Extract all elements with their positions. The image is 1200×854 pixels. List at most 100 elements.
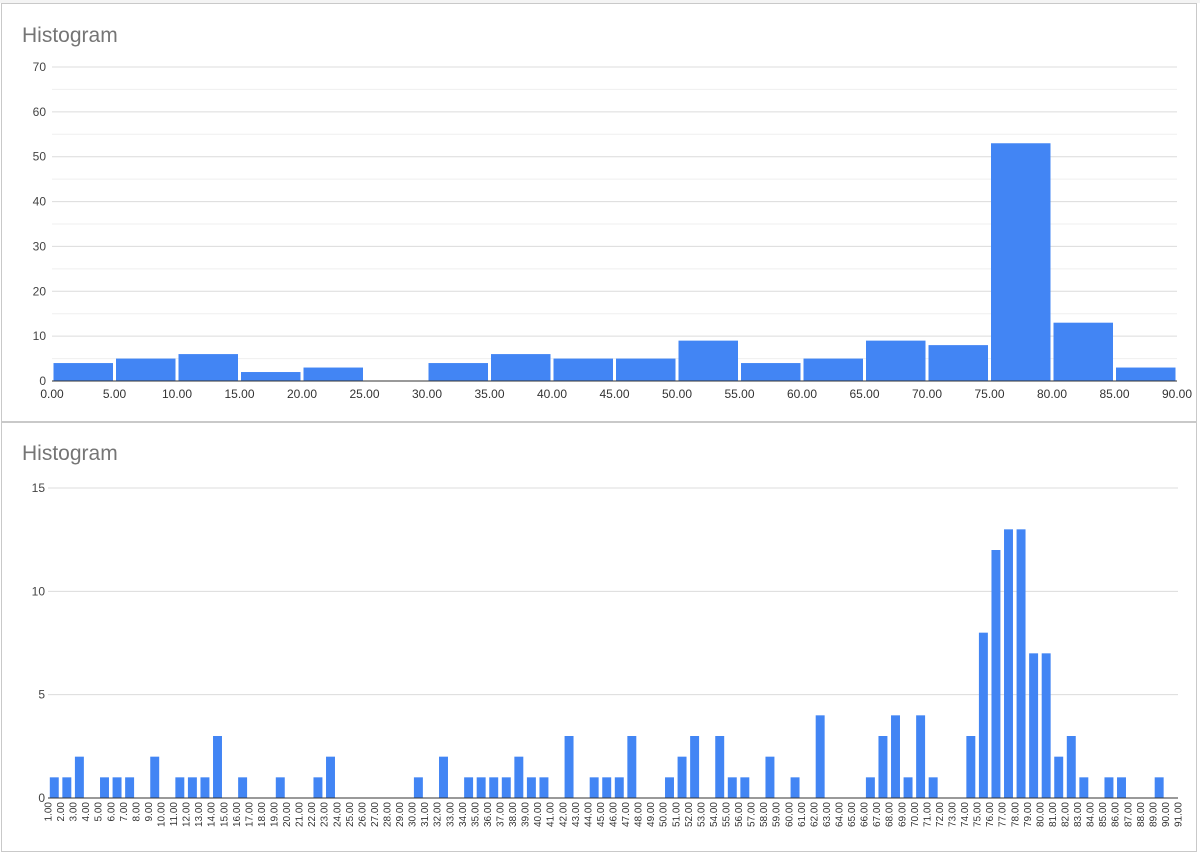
histogram-bar[interactable] <box>991 143 1051 381</box>
histogram-bar[interactable] <box>491 354 551 381</box>
histogram-bar[interactable] <box>616 358 676 381</box>
histogram-bar[interactable] <box>112 777 122 798</box>
histogram-bar[interactable] <box>741 363 801 381</box>
histogram-bar[interactable] <box>589 777 599 798</box>
histogram-bar[interactable] <box>175 777 185 798</box>
histogram-bar[interactable] <box>1066 736 1076 798</box>
histogram-bar[interactable] <box>891 715 900 798</box>
histogram-bar[interactable] <box>1079 777 1089 798</box>
x-tick-label: 41.00 <box>546 802 557 827</box>
histogram-bar[interactable] <box>865 777 875 798</box>
histogram-bar[interactable] <box>602 777 612 798</box>
x-tick-label: 81.00 <box>1048 802 1059 827</box>
histogram-bar[interactable] <box>200 777 210 798</box>
histogram-bar[interactable] <box>178 354 239 381</box>
histogram-bar[interactable] <box>1154 777 1164 798</box>
histogram-bar[interactable] <box>803 358 864 381</box>
x-tick-label: 62.00 <box>809 802 820 827</box>
histogram-bar[interactable] <box>815 715 825 798</box>
histogram-bar[interactable] <box>428 363 489 381</box>
histogram-bar[interactable] <box>187 777 197 798</box>
histogram-bar[interactable] <box>1116 367 1176 381</box>
histogram-bar[interactable] <box>413 777 423 798</box>
x-tick-label: 60.00 <box>784 802 795 827</box>
histogram-bar[interactable] <box>1004 529 1013 798</box>
histogram-bar[interactable] <box>526 777 536 798</box>
histogram-bar[interactable] <box>727 777 737 798</box>
x-tick-label: 25.00 <box>345 802 356 827</box>
y-tick-label: 40 <box>33 195 47 209</box>
histogram-bar[interactable] <box>100 777 109 798</box>
histogram-bar[interactable] <box>765 756 775 798</box>
histogram-bar[interactable] <box>49 777 59 798</box>
histogram-bar[interactable] <box>439 756 448 798</box>
histogram-bar[interactable] <box>928 777 938 798</box>
y-tick-label: 30 <box>33 239 47 253</box>
histogram-bar[interactable] <box>326 756 335 798</box>
histogram-bar[interactable] <box>928 345 989 381</box>
x-tick-label: 56.00 <box>734 802 745 827</box>
histogram-bar[interactable] <box>150 756 160 798</box>
histogram-bar[interactable] <box>715 736 725 798</box>
x-tick-label: 20.00 <box>287 387 317 401</box>
histogram-bar[interactable] <box>627 736 637 798</box>
histogram-bar[interactable] <box>678 340 739 381</box>
histogram-bar[interactable] <box>614 777 624 798</box>
histogram-bar[interactable] <box>690 736 700 798</box>
y-tick-label: 60 <box>33 105 47 119</box>
histogram-chart-coarse[interactable]: Histogram 0 10 20 30 40 50 60 70 0.00 5.00 10.00 15… <box>1 3 1197 422</box>
histogram-bar[interactable] <box>53 363 114 381</box>
histogram-bar[interactable] <box>303 367 364 381</box>
histogram-bar[interactable] <box>878 736 888 798</box>
histogram-bar[interactable] <box>125 777 135 798</box>
histogram-bar[interactable] <box>238 777 248 798</box>
histogram-bar[interactable] <box>553 358 614 381</box>
histogram-bar[interactable] <box>464 777 474 798</box>
histogram-bar[interactable] <box>740 777 750 798</box>
histogram-bar[interactable] <box>978 632 988 798</box>
x-tick-label: 22.00 <box>307 802 318 827</box>
histogram-bar[interactable] <box>1054 756 1064 798</box>
histogram-bar[interactable] <box>1117 777 1126 798</box>
x-tick-label: 75.00 <box>973 802 984 827</box>
x-tick-label: 66.00 <box>860 802 871 827</box>
histogram-bar[interactable] <box>665 777 674 798</box>
histogram-bar[interactable] <box>991 550 1001 798</box>
histogram-bar[interactable] <box>1029 653 1039 798</box>
histogram-bar[interactable] <box>476 777 486 798</box>
x-tick-label: 72.00 <box>935 802 946 827</box>
histogram-bar[interactable] <box>1104 777 1114 798</box>
histogram-bar[interactable] <box>241 372 301 381</box>
histogram-bar[interactable] <box>313 777 323 798</box>
y-tick-label: 10 <box>33 329 47 343</box>
x-tick-label: 73.00 <box>948 802 959 827</box>
histogram-bar[interactable] <box>966 736 976 798</box>
histogram-bar[interactable] <box>1053 322 1114 381</box>
x-tick-label: 75.00 <box>974 387 1004 401</box>
x-tick-label: 84.00 <box>1086 802 1097 827</box>
histogram-bar[interactable] <box>213 736 222 798</box>
histogram-bar[interactable] <box>74 756 84 798</box>
histogram-bar[interactable] <box>866 340 926 381</box>
histogram-bar[interactable] <box>1041 653 1051 798</box>
x-tick-label: 51.00 <box>671 802 682 827</box>
x-tick-label: 16.00 <box>232 802 243 827</box>
histogram-bar[interactable] <box>62 777 72 798</box>
x-tick-label: 65.00 <box>849 387 879 401</box>
histogram-bar[interactable] <box>564 736 574 798</box>
histogram-bar[interactable] <box>489 777 499 798</box>
histogram-bar[interactable] <box>903 777 913 798</box>
histogram-bar[interactable] <box>116 358 176 381</box>
histogram-bar[interactable] <box>275 777 285 798</box>
histogram-bar[interactable] <box>677 756 687 798</box>
histogram-bar[interactable] <box>916 715 926 798</box>
x-tick-label: 24.00 <box>332 802 343 827</box>
histogram-bar[interactable] <box>1016 529 1026 798</box>
histogram-bar[interactable] <box>790 777 800 798</box>
x-tick-label: 7.00 <box>119 802 130 822</box>
histogram-chart-fine[interactable]: Histogram 0 5 10 15 1.00 2.00 3.00 4.00 5.00 6.00… <box>1 422 1197 852</box>
histogram-bar[interactable] <box>539 777 549 798</box>
histogram-bar[interactable] <box>501 777 511 798</box>
x-tick-label: 48.00 <box>634 802 645 827</box>
histogram-bar[interactable] <box>514 756 524 798</box>
